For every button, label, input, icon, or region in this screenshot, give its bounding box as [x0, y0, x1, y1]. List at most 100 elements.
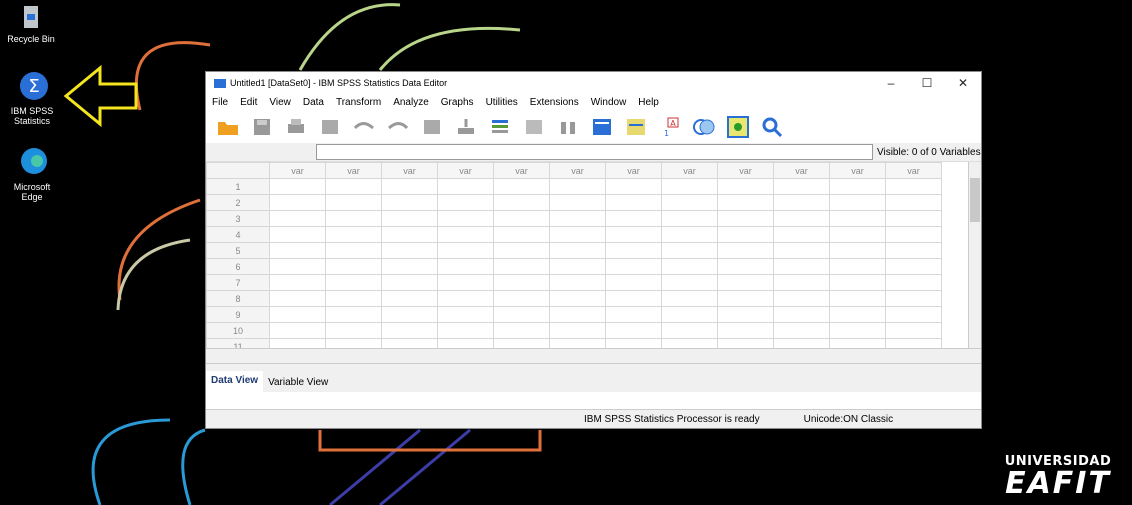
data-cell[interactable]	[605, 322, 662, 339]
goto-case-icon[interactable]	[418, 114, 446, 140]
data-cell[interactable]	[381, 226, 438, 243]
data-cell[interactable]	[885, 306, 942, 323]
data-cell[interactable]	[773, 226, 830, 243]
column-header[interactable]: var	[493, 162, 550, 179]
menu-transform[interactable]: Transform	[336, 97, 381, 108]
data-cell[interactable]	[717, 258, 774, 275]
menu-help[interactable]: Help	[638, 97, 659, 108]
goto-variable-icon[interactable]	[452, 114, 480, 140]
minimize-button[interactable]: –	[873, 76, 909, 90]
column-header[interactable]: var	[549, 162, 606, 179]
cell-value-input[interactable]	[316, 144, 873, 160]
data-cell[interactable]	[549, 322, 606, 339]
open-folder-icon[interactable]	[214, 114, 242, 140]
data-cell[interactable]	[437, 210, 494, 227]
data-cell[interactable]	[493, 226, 550, 243]
data-cell[interactable]	[269, 178, 326, 195]
data-cell[interactable]	[437, 290, 494, 307]
data-cell[interactable]	[717, 322, 774, 339]
menu-graphs[interactable]: Graphs	[441, 97, 474, 108]
data-cell[interactable]	[773, 258, 830, 275]
data-cell[interactable]	[269, 226, 326, 243]
data-cell[interactable]	[773, 338, 830, 348]
window-titlebar[interactable]: Untitled1 [DataSet0] - IBM SPSS Statisti…	[206, 72, 981, 94]
data-cell[interactable]	[325, 322, 382, 339]
data-cell[interactable]	[773, 274, 830, 291]
menu-data[interactable]: Data	[303, 97, 324, 108]
data-cell[interactable]	[605, 226, 662, 243]
menu-view[interactable]: View	[269, 97, 291, 108]
data-cell[interactable]	[381, 210, 438, 227]
data-cell[interactable]	[829, 290, 886, 307]
data-cell[interactable]	[661, 306, 718, 323]
data-cell[interactable]	[773, 306, 830, 323]
data-cell[interactable]	[829, 306, 886, 323]
data-cell[interactable]	[325, 226, 382, 243]
insert-cases-icon[interactable]	[588, 114, 616, 140]
data-cell[interactable]	[661, 322, 718, 339]
data-cell[interactable]	[493, 338, 550, 348]
data-cell[interactable]	[661, 242, 718, 259]
data-cell[interactable]	[549, 338, 606, 348]
row-number[interactable]: 11	[206, 338, 270, 348]
menu-analyze[interactable]: Analyze	[393, 97, 429, 108]
column-header[interactable]: var	[325, 162, 382, 179]
data-cell[interactable]	[773, 210, 830, 227]
data-cell[interactable]	[493, 274, 550, 291]
data-cell[interactable]	[269, 322, 326, 339]
row-number[interactable]: 3	[206, 210, 270, 227]
data-cell[interactable]	[437, 226, 494, 243]
data-cell[interactable]	[269, 258, 326, 275]
table-row[interactable]: 10	[206, 322, 942, 339]
data-cell[interactable]	[549, 194, 606, 211]
data-cell[interactable]	[381, 274, 438, 291]
data-cell[interactable]	[773, 290, 830, 307]
recall-dialog-icon[interactable]	[316, 114, 344, 140]
data-cell[interactable]	[605, 274, 662, 291]
desktop-icon-edge[interactable]: Microsoft Edge	[4, 144, 60, 202]
row-number[interactable]: 4	[206, 226, 270, 243]
column-header[interactable]: var	[885, 162, 942, 179]
table-row[interactable]: 6	[206, 258, 942, 275]
data-cell[interactable]	[885, 178, 942, 195]
data-cell[interactable]	[493, 194, 550, 211]
vertical-scrollbar[interactable]	[968, 162, 981, 348]
data-cell[interactable]	[381, 322, 438, 339]
desktop-icon-ibm-spss[interactable]: Σ IBM SPSS Statistics	[4, 68, 60, 126]
data-cell[interactable]	[269, 306, 326, 323]
scroll-thumb[interactable]	[970, 178, 980, 222]
data-cell[interactable]	[493, 178, 550, 195]
data-cell[interactable]	[661, 178, 718, 195]
table-row[interactable]: 8	[206, 290, 942, 307]
data-cell[interactable]	[829, 322, 886, 339]
table-row[interactable]: 4	[206, 226, 942, 243]
save-icon[interactable]	[248, 114, 276, 140]
row-number[interactable]: 10	[206, 322, 270, 339]
data-cell[interactable]	[829, 226, 886, 243]
row-number[interactable]: 7	[206, 274, 270, 291]
close-button[interactable]: ✕	[945, 76, 981, 90]
data-cell[interactable]	[773, 178, 830, 195]
data-cell[interactable]	[773, 322, 830, 339]
data-cell[interactable]	[493, 242, 550, 259]
menu-file[interactable]: File	[212, 97, 228, 108]
data-cell[interactable]	[885, 290, 942, 307]
data-cell[interactable]	[717, 226, 774, 243]
data-cell[interactable]	[325, 306, 382, 323]
menu-extensions[interactable]: Extensions	[530, 97, 579, 108]
table-row[interactable]: 5	[206, 242, 942, 259]
data-cell[interactable]	[605, 258, 662, 275]
undo-icon[interactable]	[350, 114, 378, 140]
data-cell[interactable]	[885, 338, 942, 348]
table-row[interactable]: 1	[206, 178, 942, 195]
data-cell[interactable]	[437, 322, 494, 339]
data-cell[interactable]	[829, 210, 886, 227]
horizontal-scrollbar[interactable]	[206, 348, 981, 363]
data-cell[interactable]	[381, 258, 438, 275]
data-cell[interactable]	[325, 338, 382, 348]
desktop-icon-recycle-bin[interactable]: Recycle Bin	[3, 2, 59, 44]
data-cell[interactable]	[605, 210, 662, 227]
search-icon[interactable]	[758, 114, 786, 140]
data-cell[interactable]	[493, 306, 550, 323]
data-cell[interactable]	[269, 290, 326, 307]
